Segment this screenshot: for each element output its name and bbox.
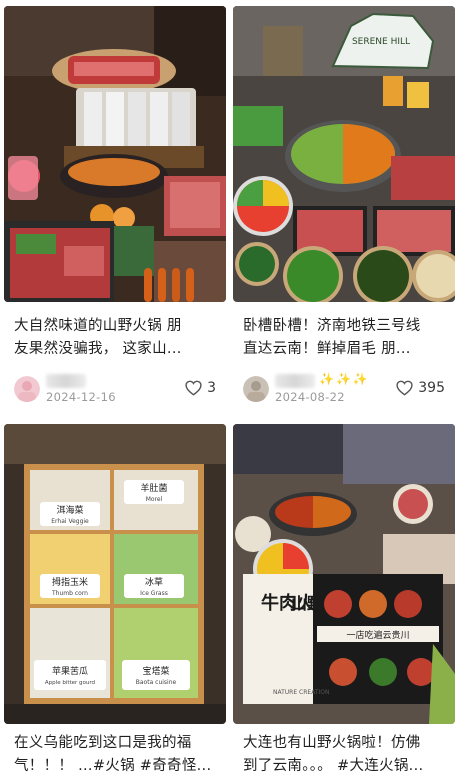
label-baota: 宝塔菜 xyxy=(142,665,169,677)
note-card[interactable]: SERENE HILL 卧槽卧槽！济南地铁三号线 直达云南！鲜掉眉毛 朋... … xyxy=(233,0,455,418)
like-button[interactable]: 3 xyxy=(185,378,216,398)
note-title[interactable]: 大连也有山野火锅啦！仿佛 到了云南。。。 #大连火锅... xyxy=(243,732,449,778)
label-ice-grass-en: Ice Grass xyxy=(140,590,168,597)
poster-text-slogan: 一店吃遍云贵川 xyxy=(346,629,409,641)
label-erhai: 洱海菜 xyxy=(56,504,83,516)
brand-sign: SERENE HILL xyxy=(352,37,410,47)
label-baota-en: Baota cuisine xyxy=(136,679,177,686)
hotpot-photo-image xyxy=(4,6,226,302)
note-card[interactable]: 牛肉火锅 山野自然 一店吃遍云贵川 NATURE CREATION 大连也有山野… xyxy=(233,422,455,780)
author-name-blurred[interactable] xyxy=(275,374,315,388)
label-thumb-corn-en: Thumb corn xyxy=(51,590,88,597)
author-avatar[interactable] xyxy=(243,376,269,402)
label-erhai-en: Erhai Veggie xyxy=(51,518,89,525)
hotpot-buffet-photo-image: SERENE HILL xyxy=(233,6,455,302)
note-date: 2024-12-16 xyxy=(46,390,116,404)
note-thumbnail[interactable]: 洱海菜 Erhai Veggie 羊肚菌 Morel 拇指玉米 Thumb co… xyxy=(4,424,226,724)
label-ice-grass: 冰草 xyxy=(145,576,163,588)
label-thumb-corn: 拇指玉米 xyxy=(52,576,88,588)
note-feed: 大自然味道的山野火锅 朋 友果然没骗我， 这家山... 2024-12-16 3 xyxy=(0,0,459,780)
blurred-avatar-icon xyxy=(14,376,40,402)
like-count: 3 xyxy=(207,380,216,396)
poster-text-creation: NATURE CREATION xyxy=(273,689,329,696)
note-card[interactable]: 大自然味道的山野火锅 朋 友果然没骗我， 这家山... 2024-12-16 3 xyxy=(4,0,226,418)
label-morel-en: Morel xyxy=(146,496,163,503)
note-title[interactable]: 在义乌能吃到这口是我的福 气！！！ ...#火锅 #奇奇怪... xyxy=(14,732,220,778)
note-meta: ✨✨✨ 2024-08-22 395 xyxy=(243,372,449,404)
label-morel: 羊肚菌 xyxy=(140,482,167,494)
heart-outline-icon xyxy=(185,380,202,396)
sparkles-emoji: ✨✨✨ xyxy=(319,372,370,386)
like-button[interactable]: 395 xyxy=(396,378,445,398)
author-name-blurred[interactable] xyxy=(46,374,86,388)
note-card[interactable]: 洱海菜 Erhai Veggie 羊肚菌 Morel 拇指玉米 Thumb co… xyxy=(4,422,226,780)
note-thumbnail[interactable]: SERENE HILL xyxy=(233,6,455,302)
note-date: 2024-08-22 xyxy=(275,390,345,404)
label-apple-gourd-en: Apple bitter gourd xyxy=(45,680,95,686)
vegetable-tray-photo-image: 洱海菜 Erhai Veggie 羊肚菌 Morel 拇指玉米 Thumb co… xyxy=(4,424,226,724)
note-thumbnail[interactable]: 牛肉火锅 山野自然 一店吃遍云贵川 NATURE CREATION xyxy=(233,424,455,724)
note-thumbnail[interactable] xyxy=(4,6,226,302)
note-meta: 2024-12-16 3 xyxy=(14,372,220,404)
like-count: 395 xyxy=(418,380,445,396)
label-apple-gourd: 苹果苦瓜 xyxy=(52,665,88,677)
heart-outline-icon xyxy=(396,380,413,396)
author-avatar[interactable] xyxy=(14,376,40,402)
blurred-avatar-icon xyxy=(243,376,269,402)
hotpot-table-photo-image: 牛肉火锅 山野自然 一店吃遍云贵川 NATURE CREATION xyxy=(233,424,455,724)
note-title[interactable]: 卧槽卧槽！济南地铁三号线 直达云南！鲜掉眉毛 朋... xyxy=(243,315,449,361)
note-title[interactable]: 大自然味道的山野火锅 朋 友果然没骗我， 这家山... xyxy=(14,315,220,361)
